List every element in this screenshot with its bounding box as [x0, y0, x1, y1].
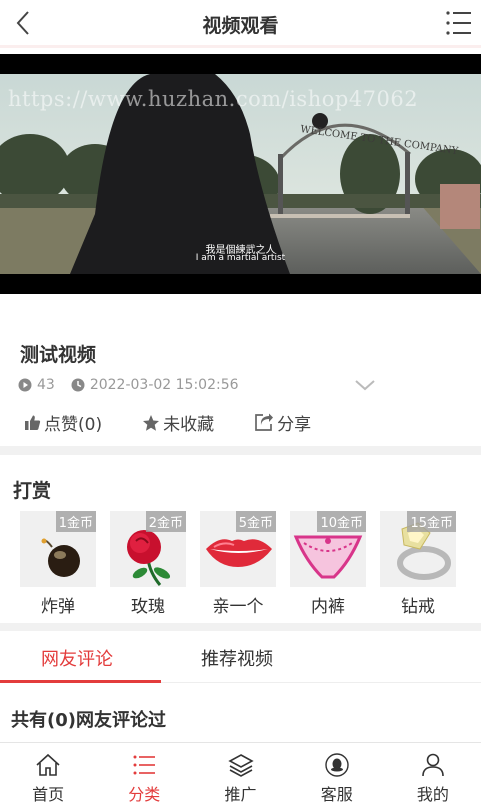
gift-price: 2金币 — [145, 511, 186, 532]
share-button[interactable]: 分享 — [254, 410, 311, 435]
tabbar-label: 推广 — [224, 785, 257, 804]
gift-item[interactable]: 1金币 炸弹 — [20, 511, 96, 617]
publish-datetime: 2022-03-02 15:02:56 — [89, 377, 239, 393]
action-row: 点赞(0) 未收藏 分享 — [24, 410, 351, 435]
menu-list-icon[interactable] — [445, 9, 473, 37]
tab-comments[interactable]: 网友评论 — [41, 645, 113, 671]
tabbar-label: 客服 — [320, 785, 353, 804]
like-label: 点赞(0) — [44, 415, 103, 435]
gift-name: 钻戒 — [401, 597, 435, 617]
page-title: 视频观看 — [202, 15, 279, 37]
watermark-text: https://www.huzhan.com/ishop47062 — [8, 87, 419, 111]
list-icon — [133, 755, 156, 775]
tabbar-label: 分类 — [128, 785, 161, 804]
gift-list: 1金币 炸弹 2金币 玫瑰 5金币 亲一个 10金币 内裤 15金币 钻戒 — [20, 511, 470, 617]
reward-section: 打赏 1金币 炸弹 2金币 玫瑰 5金币 亲一个 10金币 内裤 15金币 钻戒 — [0, 455, 481, 625]
play-count: 43 — [37, 377, 55, 393]
gift-price: 1金币 — [55, 511, 96, 532]
favorite-label: 未收藏 — [163, 415, 215, 435]
like-button[interactable]: 点赞(0) — [24, 410, 102, 435]
bottom-tab-bar: 首页 分类 推广 客服 我的 — [0, 742, 481, 806]
gift-name: 炸弹 — [41, 597, 75, 617]
video-info: 测试视频 43 2022-03-02 15:02:56 点赞(0) 未收藏 分享 — [0, 294, 481, 446]
tab-recommended[interactable]: 推荐视频 — [201, 645, 273, 671]
gift-image: 5金币 — [200, 511, 276, 587]
gift-item[interactable]: 5金币 亲一个 — [200, 511, 276, 617]
tabbar-label: 我的 — [416, 785, 449, 804]
gift-image: 1金币 — [20, 511, 96, 587]
tabbar-item-home[interactable]: 首页 — [0, 743, 96, 806]
section-divider — [0, 446, 481, 455]
chevron-down-icon[interactable] — [354, 378, 376, 392]
gift-item[interactable]: 15金币 钻戒 — [380, 511, 456, 617]
tabbar-label: 首页 — [32, 785, 65, 804]
gift-price: 5金币 — [235, 511, 276, 532]
video-player[interactable]: WELCOME TO THE COMPANY https://www.huzha… — [0, 54, 481, 294]
thumbs-up-icon — [25, 415, 41, 430]
comments-count-title: 共有(0)网友评论过 — [11, 710, 166, 731]
video-title: 测试视频 — [20, 344, 97, 366]
layers-icon — [227, 754, 254, 777]
gift-item[interactable]: 10金币 内裤 — [290, 511, 366, 617]
section-divider — [0, 623, 481, 631]
home-icon — [36, 753, 60, 776]
top-nav-bar: 视频观看 — [0, 0, 481, 48]
share-label: 分享 — [277, 415, 312, 435]
share-icon — [255, 413, 274, 431]
play-count-icon — [18, 378, 32, 392]
star-icon — [143, 414, 160, 431]
subtitle-english: I am a martial artist — [195, 253, 286, 263]
user-icon — [422, 753, 444, 777]
tabbar-item-category[interactable]: 分类 — [96, 743, 192, 806]
gift-image: 2金币 — [110, 511, 186, 587]
favorite-button[interactable]: 未收藏 — [142, 410, 214, 435]
gift-name: 内裤 — [311, 597, 345, 617]
gift-image: 15金币 — [380, 511, 456, 587]
reward-title: 打赏 — [13, 480, 52, 502]
gift-image: 10金币 — [290, 511, 366, 587]
service-icon — [325, 753, 349, 777]
clock-icon — [71, 378, 85, 392]
video-meta: 43 2022-03-02 15:02:56 — [18, 377, 239, 393]
active-tab-indicator — [0, 680, 161, 683]
gift-price: 15金币 — [407, 511, 456, 532]
gift-name: 亲一个 — [212, 597, 264, 617]
content-tabs: 网友评论 推荐视频 — [0, 631, 481, 683]
tabbar-item-service[interactable]: 客服 — [289, 743, 385, 806]
tabbar-item-promote[interactable]: 推广 — [192, 743, 288, 806]
gift-price: 10金币 — [317, 511, 366, 532]
gift-name: 玫瑰 — [131, 597, 165, 617]
tabbar-item-mine[interactable]: 我的 — [385, 743, 481, 806]
gift-item[interactable]: 2金币 玫瑰 — [110, 511, 186, 617]
